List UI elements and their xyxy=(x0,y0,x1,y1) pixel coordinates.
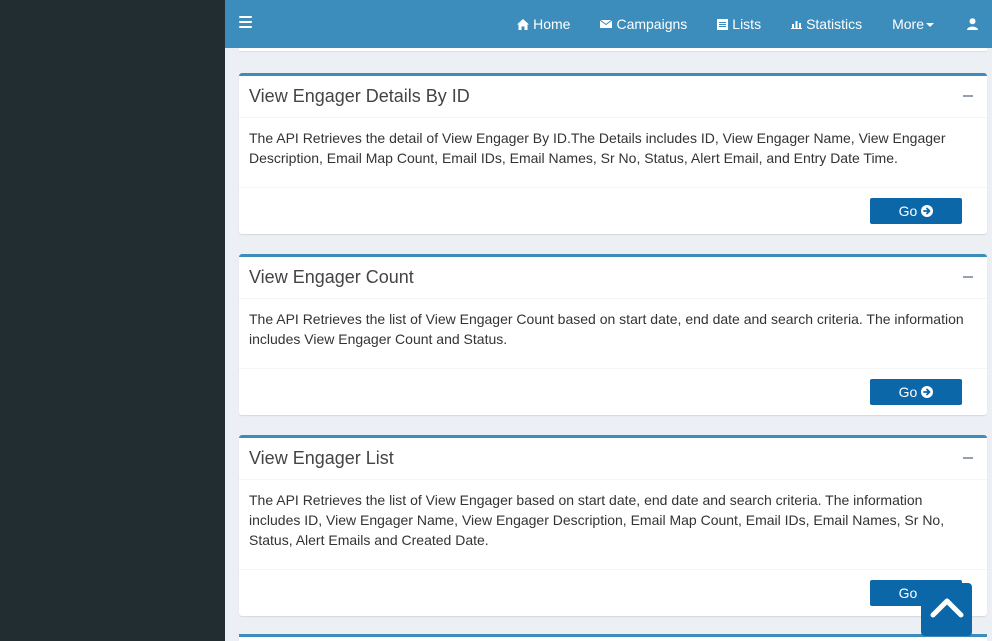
nav-lists-label: Lists xyxy=(732,16,762,32)
bar-chart-icon xyxy=(791,19,803,29)
previous-box-bottom xyxy=(239,48,987,51)
nav-home[interactable]: Home xyxy=(502,0,585,48)
nav-statistics[interactable]: Statistics xyxy=(776,0,877,48)
box-header: View Engager Count xyxy=(239,257,987,299)
nav-home-label: Home xyxy=(533,16,571,32)
go-button-label: Go xyxy=(898,384,918,400)
go-button[interactable]: Go xyxy=(870,198,962,224)
sidebar xyxy=(0,0,225,641)
box-title: View Engager List xyxy=(249,448,394,468)
nav-more-dropdown[interactable]: More xyxy=(877,0,949,48)
api-box: View Engager Count The API Retrieves the… xyxy=(239,254,987,415)
nav-statistics-label: Statistics xyxy=(806,16,863,32)
box-header: View Engager Details By ID xyxy=(239,76,987,118)
top-navbar: Home Campaigns Lists Statistics More xyxy=(225,0,992,48)
scroll-to-top-button[interactable] xyxy=(921,583,972,636)
nav-campaigns-label: Campaigns xyxy=(616,16,688,32)
box-footer: Go xyxy=(239,187,987,234)
user-icon xyxy=(967,18,978,30)
next-box-top xyxy=(239,634,987,641)
box-title: View Engager Details By ID xyxy=(249,86,470,106)
box-description: The API Retrieves the list of View Engag… xyxy=(249,492,945,548)
nav-campaigns[interactable]: Campaigns xyxy=(585,0,702,48)
chevron-up-icon xyxy=(930,596,964,623)
nav-menu: Home Campaigns Lists Statistics More xyxy=(502,0,992,48)
collapse-minus-icon[interactable] xyxy=(963,95,973,97)
menu-toggle-icon[interactable] xyxy=(239,16,253,30)
envelope-icon xyxy=(600,20,613,28)
api-box: View Engager List The API Retrieves the … xyxy=(239,435,987,616)
collapse-minus-icon[interactable] xyxy=(963,457,973,459)
home-icon xyxy=(517,18,530,30)
box-description: The API Retrieves the list of View Engag… xyxy=(249,311,964,347)
nav-lists[interactable]: Lists xyxy=(702,0,776,48)
arrow-circle-right-icon xyxy=(921,386,934,398)
list-icon xyxy=(717,18,729,30)
box-footer: Go xyxy=(239,368,987,415)
box-description: The API Retrieves the detail of View Eng… xyxy=(249,130,946,166)
caret-down-icon xyxy=(926,23,934,27)
nav-user-menu[interactable] xyxy=(949,0,992,48)
box-title: View Engager Count xyxy=(249,267,414,287)
api-box: View Engager Details By ID The API Retri… xyxy=(239,73,987,234)
nav-more-label: More xyxy=(892,16,924,32)
go-button-label: Go xyxy=(898,585,918,601)
box-footer: Go xyxy=(239,569,987,616)
arrow-circle-right-icon xyxy=(921,205,934,217)
go-button[interactable]: Go xyxy=(870,379,962,405)
collapse-minus-icon[interactable] xyxy=(963,276,973,278)
box-header: View Engager List xyxy=(239,438,987,480)
go-button-label: Go xyxy=(898,203,918,219)
